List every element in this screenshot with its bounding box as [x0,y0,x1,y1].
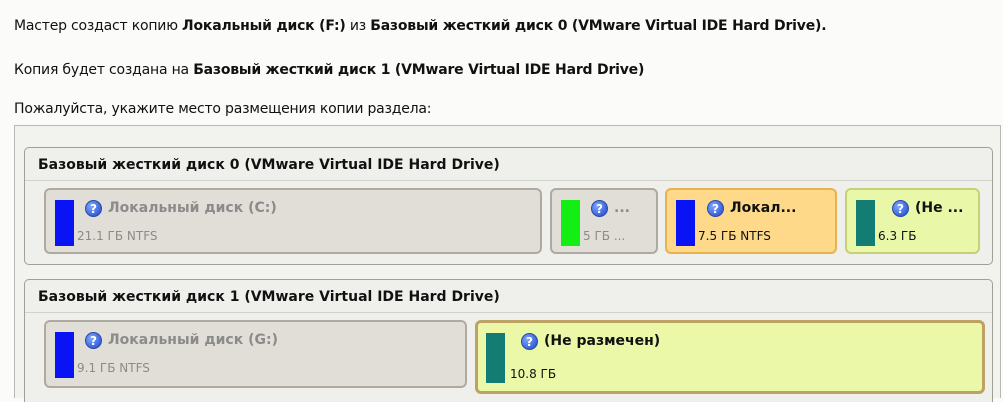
partition-name: (Не ... [915,200,964,216]
partition-name: Локал... [730,200,797,216]
divider [25,180,992,181]
help-icon: ? [521,333,538,350]
partition-info: 9.1 ГБ NTFS [77,361,150,375]
disk-1-title: Базовый жесткий диск 1 (VMware Virtual I… [38,289,500,305]
disk-0-title: Базовый жесткий диск 0 (VMware Virtual I… [38,157,500,173]
wizard-target-line: Копия будет создана на Базовый жесткий д… [14,62,644,78]
partition-info: 21.1 ГБ NTFS [77,229,158,243]
divider [25,312,992,313]
partition-name: ... [614,200,630,216]
source-partition-name: Локальный диск (F:) [182,18,346,34]
disk-0-panel: Базовый жесткий диск 0 (VMware Virtual I… [24,147,993,265]
partition-color-bar [55,200,74,246]
help-icon: ? [892,200,909,217]
partition-f-selected[interactable]: ? Локал... 7.5 ГБ NTFS [665,188,837,254]
partition-color-bar [55,332,74,378]
instruction-text: Пожалуйста, укажите место размещения коп… [14,101,432,117]
partition-color-bar [856,200,875,246]
partition-unallocated-target[interactable]: ? (Не размечен) 10.8 ГБ [475,320,985,394]
partition-name: Локальный диск (G:) [108,332,278,348]
partition-unallocated-6gb[interactable]: ? (Не ... 6.3 ГБ [845,188,980,254]
source-prefix-text: Мастер создаст копию [14,18,183,34]
disk-1-panel: Базовый жесткий диск 1 (VMware Virtual I… [24,279,993,402]
target-disk-name: Базовый жесткий диск 1 (VMware Virtual I… [193,62,645,78]
partition-name: (Не размечен) [544,333,661,349]
help-icon: ? [85,332,102,349]
target-prefix-text: Копия будет создана на [14,62,194,78]
partition-color-bar [676,200,695,246]
help-icon: ? [85,200,102,217]
partition-c[interactable]: ? Локальный диск (C:) 21.1 ГБ NTFS [44,188,542,254]
partition-info: 6.3 ГБ [878,229,917,243]
partition-unnamed-5gb[interactable]: ? ... 5 ГБ ... [550,188,658,254]
source-disk-name: Базовый жесткий диск 0 (VMware Virtual I… [370,18,827,34]
wizard-source-line: Мастер создаст копию Локальный диск (F:)… [14,18,827,34]
source-mid-text: из [345,18,371,34]
help-icon: ? [707,200,724,217]
partition-info: 7.5 ГБ NTFS [698,229,771,243]
partition-g[interactable]: ? Локальный диск (G:) 9.1 ГБ NTFS [44,320,467,388]
partition-color-bar [486,333,505,383]
partition-info: 10.8 ГБ [510,367,557,381]
help-icon: ? [591,200,608,217]
partition-name: Локальный диск (C:) [108,200,277,216]
partition-info: 5 ГБ ... [583,229,626,243]
partition-color-bar [561,200,580,246]
